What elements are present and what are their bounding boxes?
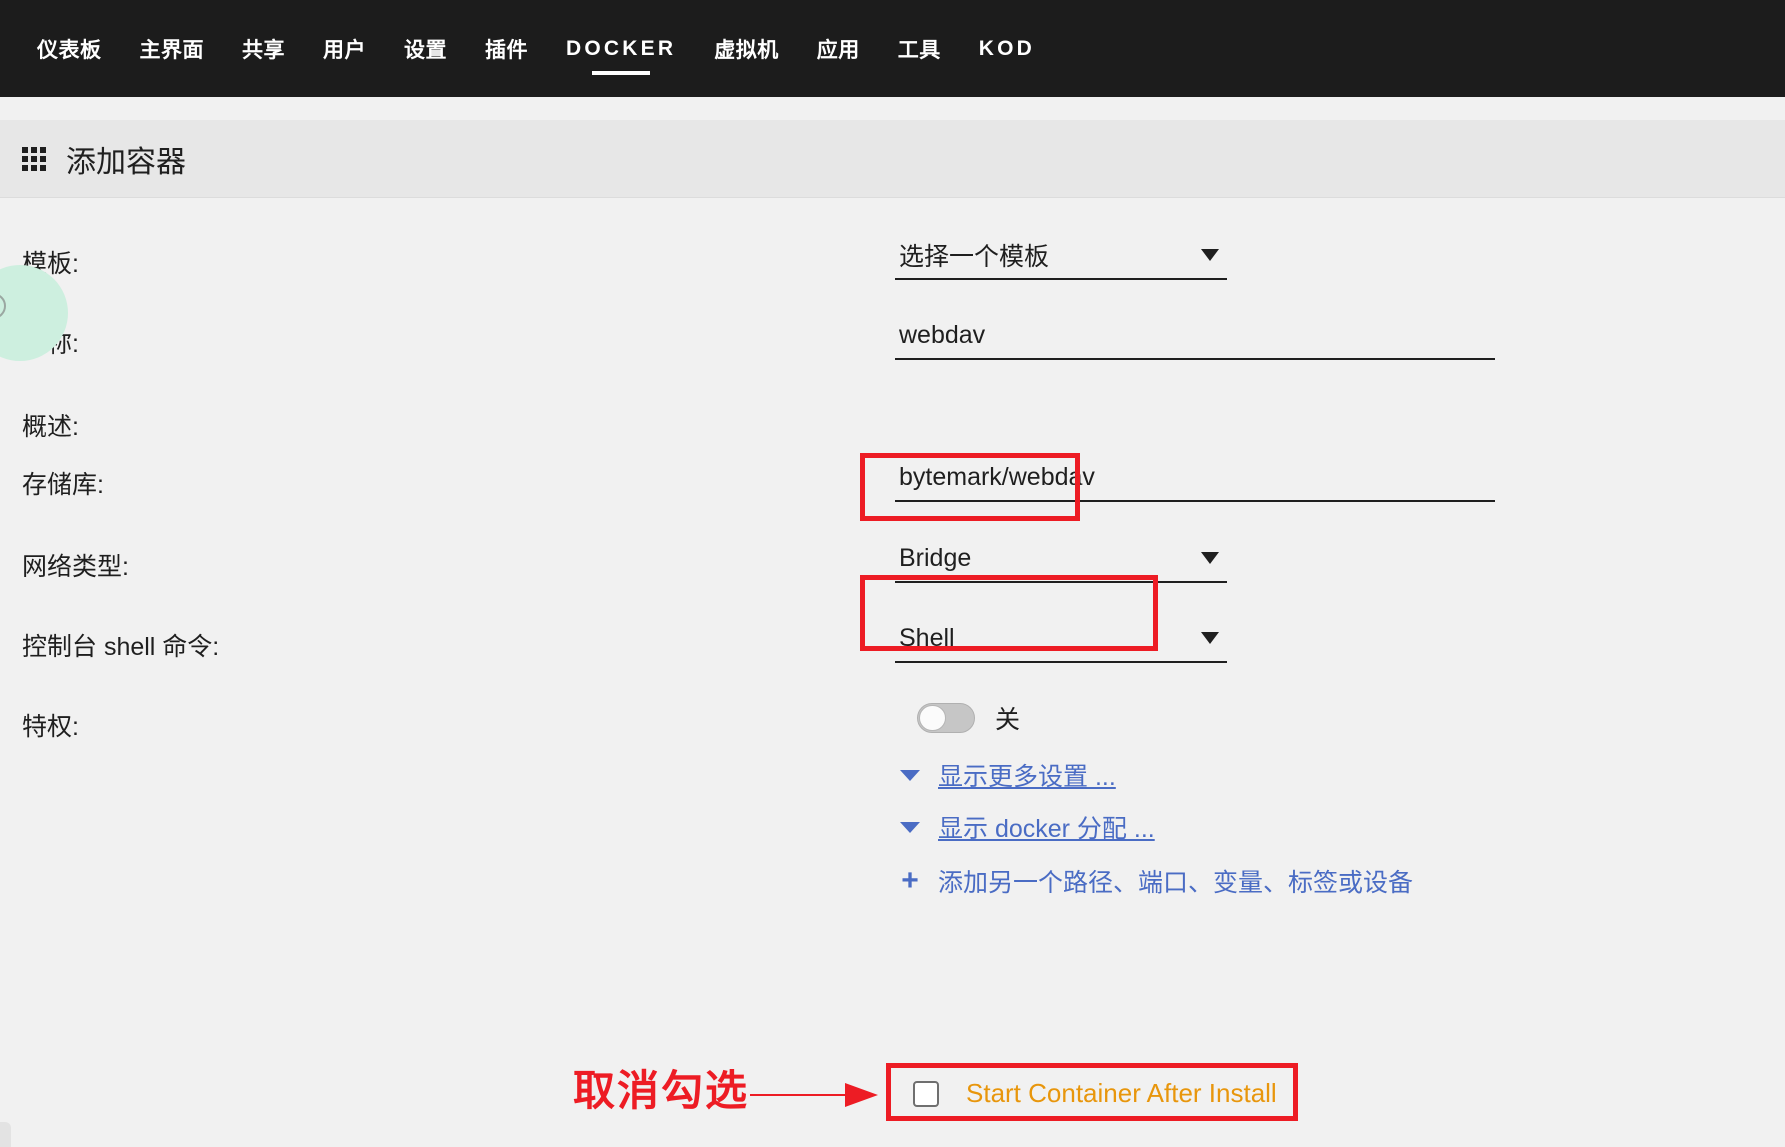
chevron-down-icon (1201, 552, 1219, 564)
nav-item-label: 虚拟机 (714, 38, 779, 62)
start-container-checkbox-label: Start Container After Install (966, 1078, 1277, 1108)
show-docker-allocations-link[interactable]: 显示 docker 分配 ... (900, 809, 1155, 845)
chevron-down-icon (1201, 632, 1219, 644)
label-network-type: 网络类型: (22, 553, 129, 581)
name-input-value: webdav (899, 320, 986, 349)
privileged-toggle-label: 关 (995, 706, 1021, 734)
page-header: 添加容器 (0, 120, 1785, 198)
nav-item-shares[interactable]: 共享 (223, 0, 304, 97)
page-content: 添加容器 模板: 选择一个模板 名称: webdav 概述: 存储库: byte… (0, 97, 1785, 1147)
show-more-settings-link[interactable]: 显示更多设置 ... (900, 757, 1116, 793)
nav-item-dashboard[interactable]: 仪表板 (18, 0, 121, 97)
privileged-toggle-group: 关 (917, 700, 1020, 736)
toggle-knob (919, 705, 946, 731)
label-repository: 存储库: (22, 471, 104, 499)
chevron-down-icon (900, 769, 920, 781)
label-overview: 概述: (22, 413, 79, 441)
nav-item-apps[interactable]: 应用 (798, 0, 879, 97)
add-another-path-label: 添加另一个路径、端口、变量、标签或设备 (938, 869, 1414, 897)
chevron-down-icon (1201, 249, 1219, 261)
console-shell-value: Shell (899, 623, 955, 652)
add-another-path-link[interactable]: + 添加另一个路径、端口、变量、标签或设备 (900, 863, 1413, 899)
left-scrollbar-thumb[interactable] (0, 1122, 11, 1147)
template-select-value: 选择一个模板 (899, 243, 1050, 271)
grid-apps-icon (22, 146, 46, 171)
start-container-checkbox-row[interactable]: Start Container After Install (895, 1067, 1295, 1120)
network-type-select[interactable]: Bridge (895, 535, 1227, 583)
page-title: 添加容器 (66, 145, 186, 179)
chevron-down-icon (900, 821, 920, 833)
nav-item-label: 用户 (323, 38, 366, 62)
top-navigation-bar: 仪表板 主界面 共享 用户 设置 插件 DOCKER 虚拟机 应用 工具 KOD (0, 0, 1785, 97)
start-container-checkbox[interactable] (913, 1080, 939, 1107)
name-input[interactable]: webdav (895, 312, 1495, 360)
nav-item-label: 应用 (816, 38, 860, 62)
nav-item-label: KOD (978, 36, 1035, 60)
nav-item-label: 工具 (897, 38, 941, 62)
console-shell-select[interactable]: Shell (895, 615, 1227, 663)
nav-item-kod[interactable]: KOD (960, 0, 1054, 97)
template-select[interactable]: 选择一个模板 (895, 232, 1227, 280)
right-arrow-icon (750, 1083, 878, 1107)
nav-item-label: 插件 (485, 38, 528, 62)
plus-icon: + (901, 864, 919, 897)
show-more-settings-label: 显示更多设置 ... (938, 763, 1116, 791)
label-privileged: 特权: (22, 713, 79, 741)
nav-item-plugins[interactable]: 插件 (466, 0, 547, 97)
nav-item-label: 设置 (404, 38, 447, 62)
nav-item-main[interactable]: 主界面 (121, 0, 224, 97)
nav-item-docker[interactable]: DOCKER (547, 0, 695, 97)
nav-item-label: 主界面 (139, 38, 204, 62)
annotation-label: 取消勾选 (573, 1067, 750, 1114)
nav-item-users[interactable]: 用户 (304, 0, 385, 97)
nav-item-settings[interactable]: 设置 (385, 0, 466, 97)
show-docker-allocations-label: 显示 docker 分配 ... (938, 815, 1155, 843)
privileged-toggle[interactable] (917, 703, 975, 733)
label-console-shell: 控制台 shell 命令: (22, 633, 220, 661)
nav-item-tools[interactable]: 工具 (879, 0, 960, 97)
nav-item-label: 共享 (242, 38, 285, 62)
repository-input[interactable]: bytemark/webdav (895, 454, 1495, 502)
nav-item-vms[interactable]: 虚拟机 (695, 0, 798, 97)
repository-input-value: bytemark/webdav (899, 462, 1095, 491)
nav-item-label: 仪表板 (37, 38, 102, 62)
network-type-value: Bridge (899, 543, 972, 572)
nav-item-label: DOCKER (566, 36, 677, 60)
